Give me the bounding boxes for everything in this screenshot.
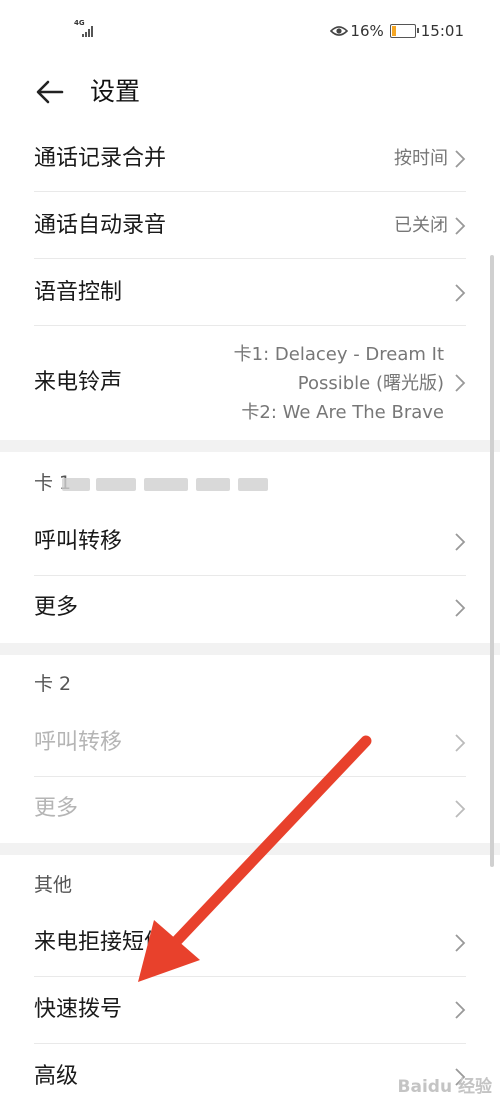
divider <box>34 1043 466 1044</box>
ringtone-row[interactable]: 来电铃声 卡1: Delacey - Dream It Possible (曙光… <box>34 328 466 438</box>
auto-record-row[interactable]: 通话自动录音 已关闭 <box>34 195 466 257</box>
row-label: 通话自动录音 <box>34 213 167 238</box>
clock: 15:01 <box>420 22 464 40</box>
divider <box>34 258 466 259</box>
page-title: 设置 <box>90 77 141 106</box>
chevron-right-icon <box>455 374 466 392</box>
row-label: 语音控制 <box>34 280 123 305</box>
ringtone-value: 卡1: Delacey - Dream It Possible (曙光版) 卡2… <box>204 340 444 427</box>
divider <box>34 575 466 576</box>
ringtone-card2: 卡2: We Are The Brave <box>241 402 444 423</box>
ringtone-card1-cont: Possible (曙光版) <box>297 373 444 394</box>
row-value: 已关闭 <box>394 215 448 236</box>
chevron-right-icon <box>455 150 466 168</box>
section-gap <box>0 643 500 655</box>
reject-sms-row[interactable]: 来电拒接短信 <box>34 911 466 975</box>
row-value: 按时间 <box>394 148 448 169</box>
row-label: 更多 <box>34 595 79 620</box>
card1-more-row[interactable]: 更多 <box>34 577 466 641</box>
chevron-right-icon <box>455 599 466 617</box>
signal-icon: 4G <box>74 20 104 40</box>
chevron-right-icon <box>455 934 466 952</box>
eye-icon <box>330 26 349 36</box>
battery-percent: 16% <box>350 22 384 40</box>
divider <box>34 191 466 192</box>
row-label: 来电铃声 <box>34 370 123 395</box>
chevron-right-icon <box>455 734 466 752</box>
scrollbar[interactable] <box>490 255 494 867</box>
section-title-card2: 卡 2 <box>34 673 72 695</box>
redacted-number <box>62 472 274 496</box>
row-label: 呼叫转移 <box>34 529 123 554</box>
speed-dial-row[interactable]: 快速拨号 <box>34 978 466 1042</box>
chevron-right-icon <box>455 284 466 302</box>
row-label: 快速拨号 <box>34 997 123 1022</box>
chevron-right-icon <box>455 800 466 818</box>
row-label: 呼叫转移 <box>34 730 123 755</box>
section-gap <box>0 843 500 855</box>
row-label: 通话记录合并 <box>34 146 167 171</box>
baidu-watermark: Baidu 经验 <box>397 1077 492 1097</box>
chevron-right-icon <box>455 1001 466 1019</box>
divider <box>34 776 466 777</box>
merge-call-log-row[interactable]: 通话记录合并 按时间 <box>34 128 466 190</box>
row-label: 来电拒接短信 <box>34 930 167 955</box>
divider <box>34 976 466 977</box>
arrow-left-icon[interactable] <box>34 76 66 108</box>
ringtone-card1: 卡1: Delacey - Dream It <box>233 344 444 365</box>
voice-control-row[interactable]: 语音控制 <box>34 262 466 324</box>
section-title-other: 其他 <box>34 874 73 896</box>
status-right: 16% 15:01 <box>330 22 464 40</box>
chevron-right-icon <box>455 533 466 551</box>
card2-more-row: 更多 <box>34 778 466 842</box>
row-label: 更多 <box>34 796 79 821</box>
title-bar: 设置 <box>0 62 500 122</box>
chevron-right-icon <box>455 217 466 235</box>
status-bar: 4G 16% 15:01 <box>0 0 500 60</box>
battery-icon <box>389 24 419 38</box>
card1-call-forwarding-row[interactable]: 呼叫转移 <box>34 510 466 574</box>
card2-call-forwarding-row: 呼叫转移 <box>34 711 466 775</box>
divider <box>34 325 466 326</box>
section-gap <box>0 440 500 452</box>
row-label: 高级 <box>34 1064 79 1089</box>
